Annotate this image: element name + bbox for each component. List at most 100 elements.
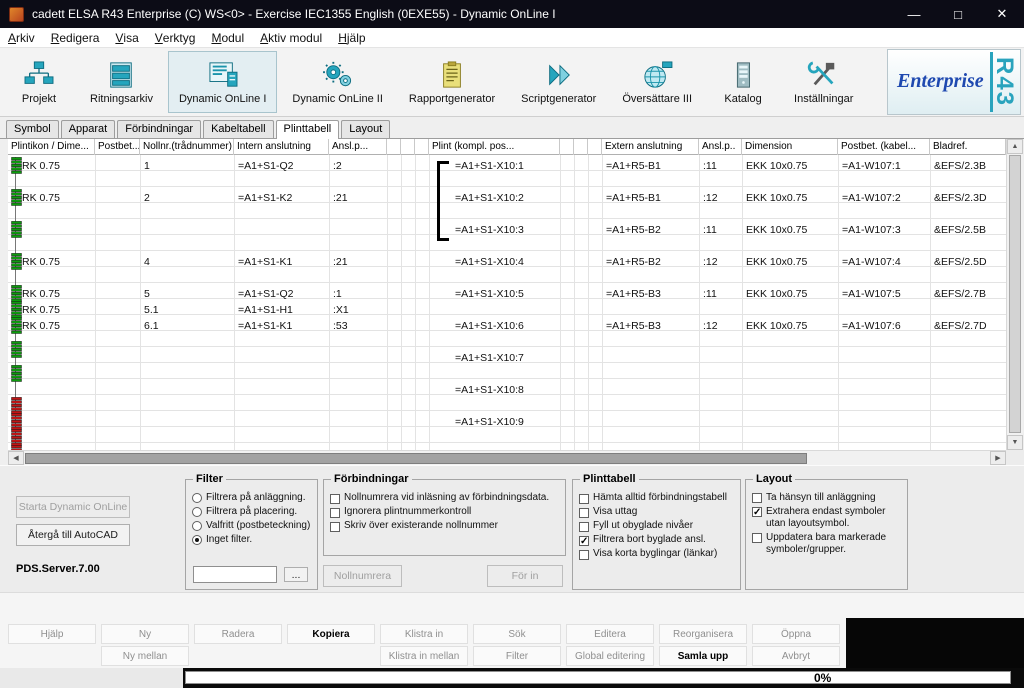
cell-dimension[interactable]: EKK 10x0.75	[746, 319, 838, 335]
cell-anslutningspunkt[interactable]: :1	[333, 287, 387, 303]
toolbar-ritningsarkiv[interactable]: Ritningsarkiv	[79, 51, 164, 113]
action-ny-mellan-button[interactable]: Ny mellan	[101, 646, 189, 666]
cell-nollnr[interactable]: 4	[144, 255, 234, 271]
cell-extern-anslutning[interactable]: =A1+R5-B1	[606, 191, 699, 207]
cell-postbeteckning[interactable]: =A1-W107:4	[842, 255, 930, 271]
tab-förbindningar[interactable]: Förbindningar	[117, 120, 201, 138]
radio-filtrera-på-anläggning[interactable]: Filtrera på anläggning.	[192, 492, 306, 504]
cell-intern-anslutning[interactable]: =A1+S1-K1	[238, 319, 329, 335]
cell-intern-anslutning[interactable]: =A1+S1-K2	[238, 191, 329, 207]
cell-dimension[interactable]: RK 0.75	[22, 303, 93, 319]
cell-postbeteckning[interactable]: =A1-W107:3	[842, 223, 930, 239]
cell-plint[interactable]: =A1+S1-X10:2	[455, 191, 559, 207]
action-samla-upp-button[interactable]: Samla upp	[659, 646, 747, 666]
column-header-intern-anslutning[interactable]: Intern anslutning	[234, 139, 329, 155]
cell-nollnr[interactable]: 5.1	[144, 303, 234, 319]
cell-intern-anslutning[interactable]: =A1+S1-H1	[238, 303, 329, 319]
cell-anslutningspunkt[interactable]: :21	[333, 255, 387, 271]
column-header[interactable]	[574, 139, 588, 155]
panel-starta-dynamic-online-button[interactable]: Starta Dynamic OnLine	[16, 496, 130, 518]
toolbar-rapportgenerator[interactable]: Rapportgenerator	[398, 51, 506, 113]
checkbox-visa-uttag[interactable]: Visa uttag	[579, 506, 637, 518]
checkbox-ignorera-plintnummerkontroll[interactable]: Ignorera plintnummerkontroll	[330, 506, 471, 518]
radio-inget-filter[interactable]: Inget filter.	[192, 534, 252, 546]
action-klistra-in-mellan-button[interactable]: Klistra in mellan	[380, 646, 468, 666]
toolbar-inställningar[interactable]: Inställningar	[783, 51, 864, 113]
action-öppna-button[interactable]: Öppna	[752, 624, 840, 644]
menu-modul[interactable]: Modul	[203, 28, 252, 47]
cell-dimension[interactable]: RK 0.75	[22, 319, 93, 335]
cell-nollnr[interactable]: 1	[144, 159, 234, 175]
panel-återgå-till-autocad-button[interactable]: Återgå till AutoCAD	[16, 524, 130, 546]
column-header-plintikon-dime[interactable]: Plintikon / Dime...	[8, 139, 95, 155]
toolbar-dynamic-online-i[interactable]: Dynamic OnLine I	[168, 51, 277, 113]
cell-plint[interactable]: =A1+S1-X10:4	[455, 255, 559, 271]
cell-plint[interactable]: =A1+S1-X10:1	[455, 159, 559, 175]
cell-anslutningspunkt[interactable]: :X1	[333, 303, 387, 319]
checkbox-skriv-över-existerande-nollnummer[interactable]: Skriv över existerande nollnummer	[330, 520, 498, 532]
vertical-scrollbar[interactable]: ▲ ▼	[1006, 139, 1023, 450]
filter-input[interactable]	[193, 566, 277, 583]
cell-dimension[interactable]: RK 0.75	[22, 191, 93, 207]
scroll-down-button[interactable]: ▼	[1007, 435, 1023, 450]
action-global-editering-button[interactable]: Global editering	[566, 646, 654, 666]
cell-anslutningspunkt[interactable]: :11	[703, 159, 742, 175]
cell-bladref[interactable]: &EFS/2.7D	[934, 319, 1006, 335]
column-header-dimension[interactable]: Dimension	[742, 139, 838, 155]
checkbox-filtrera-bort-byglade-ansl[interactable]: ✓Filtrera bort byglade ansl.	[579, 534, 706, 546]
toolbar-projekt[interactable]: Projekt	[3, 51, 75, 113]
checkbox-visa-korta-byglingar-länkar[interactable]: Visa korta byglingar (länkar)	[579, 548, 717, 560]
cell-anslutningspunkt[interactable]: :21	[333, 191, 387, 207]
checkbox-nollnumrera-vid-inläsning-av-förbindningsdata[interactable]: Nollnumrera vid inläsning av förbindning…	[330, 492, 549, 504]
tab-symbol[interactable]: Symbol	[6, 120, 59, 138]
action-sök-button[interactable]: Sök	[473, 624, 561, 644]
horizontal-scroll-thumb[interactable]	[25, 453, 807, 464]
cell-dimension[interactable]: EKK 10x0.75	[746, 191, 838, 207]
cell-bladref[interactable]: &EFS/2.3D	[934, 191, 1006, 207]
cell-postbeteckning[interactable]: =A1-W107:2	[842, 191, 930, 207]
cell-dimension[interactable]: EKK 10x0.75	[746, 287, 838, 303]
checkbox-uppdatera-bara-markerade-symboler-grupper[interactable]: Uppdatera bara markerade symboler/gruppe…	[752, 532, 902, 556]
column-header[interactable]	[560, 139, 574, 155]
maximize-button[interactable]: □	[936, 0, 980, 28]
cell-nollnr[interactable]: 2	[144, 191, 234, 207]
menu-verktyg[interactable]: Verktyg	[147, 28, 204, 47]
checkbox-extrahera-endast-symboler-utan-layoutsymbol[interactable]: ✓Extrahera endast symboler utan layoutsy…	[752, 506, 902, 530]
menu-arkiv[interactable]: Arkiv	[0, 28, 43, 47]
cell-anslutningspunkt[interactable]: :12	[703, 191, 742, 207]
action-reorganisera-button[interactable]: Reorganisera	[659, 624, 747, 644]
cell-postbeteckning[interactable]: =A1-W107:6	[842, 319, 930, 335]
action-hjälp-button[interactable]: Hjälp	[8, 624, 96, 644]
column-header[interactable]	[387, 139, 401, 155]
cell-postbeteckning[interactable]: =A1-W107:5	[842, 287, 930, 303]
column-header[interactable]	[415, 139, 429, 155]
cell-plint[interactable]: =A1+S1-X10:6	[455, 319, 559, 335]
action-radera-button[interactable]: Radera	[194, 624, 282, 644]
column-header-ansl-p[interactable]: Ansl.p...	[329, 139, 387, 155]
cell-dimension[interactable]: RK 0.75	[22, 159, 93, 175]
column-header-postbet[interactable]: Postbet...	[95, 139, 140, 155]
menu-visa[interactable]: Visa	[107, 28, 146, 47]
cell-bladref[interactable]: &EFS/2.5B	[934, 223, 1006, 239]
cell-bladref[interactable]: &EFS/2.5D	[934, 255, 1006, 271]
action-avbryt-button[interactable]: Avbryt	[752, 646, 840, 666]
column-header-nollnr-trådnummer[interactable]: Nollnr.(trådnummer)	[140, 139, 234, 155]
menu-hjälp[interactable]: Hjälp	[330, 28, 373, 47]
scroll-up-button[interactable]: ▲	[1007, 139, 1023, 154]
cell-intern-anslutning[interactable]: =A1+S1-K1	[238, 255, 329, 271]
cell-extern-anslutning[interactable]: =A1+R5-B3	[606, 319, 699, 335]
cell-extern-anslutning[interactable]: =A1+R5-B2	[606, 223, 699, 239]
tab-layout[interactable]: Layout	[341, 120, 390, 138]
cell-extern-anslutning[interactable]: =A1+R5-B2	[606, 255, 699, 271]
cell-anslutningspunkt[interactable]: :2	[333, 159, 387, 175]
cell-plint[interactable]: =A1+S1-X10:5	[455, 287, 559, 303]
checkbox-ta-hänsyn-till-anläggning[interactable]: Ta hänsyn till anläggning	[752, 492, 902, 504]
column-header-postbet-kabel[interactable]: Postbet. (kabel...	[838, 139, 930, 155]
cell-dimension[interactable]: RK 0.75	[22, 287, 93, 303]
action-klistra-in-button[interactable]: Klistra in	[380, 624, 468, 644]
action-ny-button[interactable]: Ny	[101, 624, 189, 644]
cell-dimension[interactable]: EKK 10x0.75	[746, 159, 838, 175]
toolbar-katalog[interactable]: Katalog	[707, 51, 779, 113]
cell-dimension[interactable]: RK 0.75	[22, 255, 93, 271]
panel-nollnumrera-button[interactable]: Nollnumrera	[323, 565, 402, 587]
